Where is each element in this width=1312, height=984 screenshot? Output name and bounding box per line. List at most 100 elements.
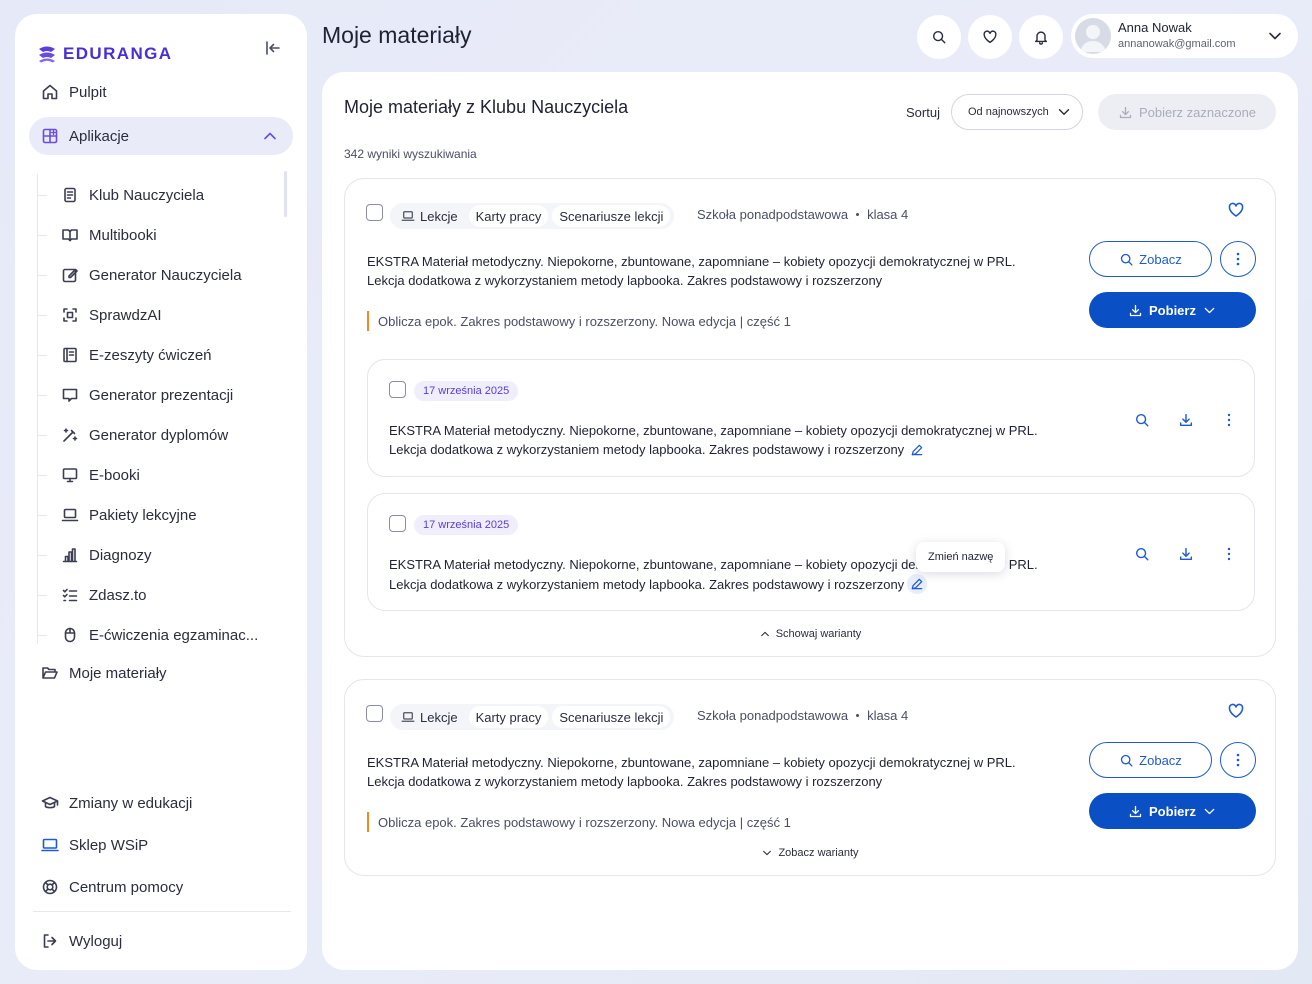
- download-label: Pobierz: [1149, 302, 1196, 318]
- logo[interactable]: EDURANGA: [37, 44, 172, 64]
- show-variants-button[interactable]: Zobacz warianty: [345, 847, 1275, 859]
- variant-download-button[interactable]: [1178, 546, 1194, 562]
- sidebar-item-label: Generator Nauczyciela: [89, 266, 242, 284]
- download-icon: [1129, 805, 1142, 817]
- material-series: Oblicza epok. Zakres podstawowy i rozsze…: [367, 311, 791, 331]
- sidebar-item-label: E-zeszyty ćwiczeń: [89, 346, 212, 364]
- collapse-left-icon: [266, 41, 280, 55]
- sidebar-item-klub-nauczyciela[interactable]: Klub Nauczyciela: [37, 177, 287, 213]
- hide-variants-button[interactable]: Schowaj warianty: [345, 628, 1275, 640]
- chevron-down-icon: [1058, 109, 1070, 115]
- sidebar-item-pulpit[interactable]: Pulpit: [29, 73, 293, 111]
- laptop-icon: [401, 211, 415, 221]
- material-variant: 17 września 2025 EKSTRA Materiał metodyc…: [367, 359, 1255, 477]
- sidebar-item-centrum-pomocy[interactable]: Centrum pomocy: [29, 868, 293, 906]
- sidebar-item-e-booki[interactable]: E-booki: [37, 457, 287, 493]
- heart-icon: [1228, 202, 1244, 217]
- description-line: EKSTRA Materiał metodyczny. Niepokorne, …: [367, 755, 1016, 770]
- pencil-icon: [911, 444, 923, 456]
- page-title: Moje materiały: [322, 22, 472, 48]
- bell-icon: [1034, 31, 1048, 45]
- bar-chart-icon: [62, 548, 78, 563]
- club-icon: [64, 187, 76, 203]
- download-icon: [1129, 304, 1142, 316]
- home-icon: [42, 84, 58, 100]
- more-options-button[interactable]: [1220, 742, 1256, 778]
- material-card: Lekcje Karty pracy Scenariusze lekcji Sz…: [344, 679, 1276, 876]
- sidebar-item-e-cwiczenia[interactable]: E-ćwiczenia egzaminac...: [37, 617, 287, 653]
- toggle-label: Schowaj warianty: [775, 628, 862, 640]
- tag-karty-pracy: Karty pracy: [468, 205, 549, 227]
- sidebar-item-zmiany-w-edukacji[interactable]: Zmiany w edukacji: [29, 784, 293, 822]
- sort-select[interactable]: Od najnowszych: [951, 94, 1083, 130]
- scan-icon: [63, 308, 77, 322]
- download-button[interactable]: Pobierz: [1089, 793, 1256, 829]
- search-icon: [1135, 547, 1149, 561]
- school-name: Szkoła ponadpodstawowa: [697, 207, 849, 222]
- chevron-up-icon: [264, 132, 276, 140]
- description-line: Lekcja dodatkowa z wykorzystaniem metody…: [367, 273, 883, 288]
- material-tags: Lekcje Karty pracy Scenariusze lekcji: [390, 203, 675, 229]
- sidebar-item-label: Zdasz.to: [89, 586, 147, 604]
- avatar-placeholder-icon: [1080, 25, 1106, 52]
- sidebar-item-e-zeszyty[interactable]: E-zeszyty ćwiczeń: [37, 337, 287, 373]
- monitor-icon: [62, 468, 78, 483]
- rename-button[interactable]: [907, 574, 928, 594]
- chevron-up-icon: [760, 631, 769, 637]
- collapse-sidebar-button[interactable]: [259, 34, 287, 62]
- material-series: Oblicza epok. Zakres podstawowy i rozsze…: [367, 812, 791, 832]
- sidebar-item-generator-dyplomow[interactable]: Generator dyplomów: [37, 417, 287, 453]
- material-card: Lekcje Karty pracy Scenariusze lekcji Sz…: [344, 178, 1276, 657]
- sidebar-item-multibooki[interactable]: Multibooki: [37, 217, 287, 253]
- download-selected-button[interactable]: Pobierz zaznaczone: [1098, 94, 1276, 130]
- view-label: Zobacz: [1139, 752, 1182, 768]
- variant-preview-button[interactable]: [1134, 546, 1150, 562]
- sidebar-item-zdasz-to[interactable]: Zdasz.to: [37, 577, 287, 613]
- sidebar-scrollbar[interactable]: [284, 171, 287, 217]
- download-icon: [1119, 106, 1132, 118]
- sidebar-item-sprawdzai[interactable]: SprawdzAI: [37, 297, 287, 333]
- variant-checkbox[interactable]: [389, 381, 406, 398]
- favorite-button[interactable]: [1227, 702, 1245, 720]
- search-icon: [1121, 754, 1133, 767]
- edit-icon: [62, 268, 78, 283]
- variant-download-button[interactable]: [1178, 412, 1194, 428]
- user-menu[interactable]: Anna Nowak annanowak@gmail.com: [1071, 14, 1298, 58]
- tag-scenariusze: Scenariusze lekcji: [552, 205, 671, 227]
- favorites-button[interactable]: [968, 15, 1012, 59]
- sidebar-item-label: Multibooki: [89, 226, 157, 244]
- tag-scenariusze: Scenariusze lekcji: [552, 706, 671, 728]
- favorite-button[interactable]: [1227, 201, 1245, 219]
- variant-preview-button[interactable]: [1134, 412, 1150, 428]
- download-button[interactable]: Pobierz: [1089, 292, 1256, 328]
- notifications-button[interactable]: [1019, 15, 1063, 59]
- sidebar-item-label: Generator dyplomów: [89, 426, 229, 444]
- sidebar-item-pakiety-lekcyjne[interactable]: Pakiety lekcyjne: [37, 497, 287, 533]
- separator-dot: [856, 213, 860, 216]
- view-button[interactable]: Zobacz: [1089, 241, 1212, 277]
- sidebar-item-generator-prezentacji[interactable]: Generator prezentacji: [37, 377, 287, 413]
- variant-checkbox[interactable]: [389, 515, 406, 532]
- variant-description: EKSTRA Materiał metodyczny. Niepokorne, …: [389, 421, 1109, 459]
- sidebar-item-sklep-wsip[interactable]: Sklep WSiP: [29, 826, 293, 864]
- sidebar-item-aplikacje[interactable]: Aplikacje: [29, 117, 293, 155]
- material-checkbox[interactable]: [366, 204, 383, 221]
- variant-more-button[interactable]: [1227, 547, 1231, 561]
- tag-lekcje: Lekcje: [394, 205, 465, 227]
- logout-button[interactable]: Wyloguj: [29, 922, 293, 960]
- sidebar: EDURANGA Pulpit Aplikacje Klub Nauczycie…: [15, 14, 307, 970]
- sidebar-item-label: Pulpit: [69, 83, 107, 101]
- search-icon: [1135, 413, 1149, 427]
- variant-more-button[interactable]: [1227, 413, 1231, 427]
- search-button[interactable]: [917, 15, 961, 59]
- more-options-button[interactable]: [1220, 241, 1256, 277]
- rename-button[interactable]: [910, 443, 924, 457]
- material-checkbox[interactable]: [366, 705, 383, 722]
- description-line: Lekcja dodatkowa z wykorzystaniem metody…: [389, 442, 905, 457]
- sidebar-item-moje-materialy[interactable]: Moje materiały: [29, 654, 293, 692]
- sidebar-item-diagnozy[interactable]: Diagnozy: [37, 537, 287, 573]
- view-button[interactable]: Zobacz: [1089, 742, 1212, 778]
- laptop-icon: [401, 712, 415, 722]
- description-line: EKSTRA Materiał metodyczny. Niepokorne, …: [389, 423, 1038, 438]
- sidebar-item-generator-nauczyciela[interactable]: Generator Nauczyciela: [37, 257, 287, 293]
